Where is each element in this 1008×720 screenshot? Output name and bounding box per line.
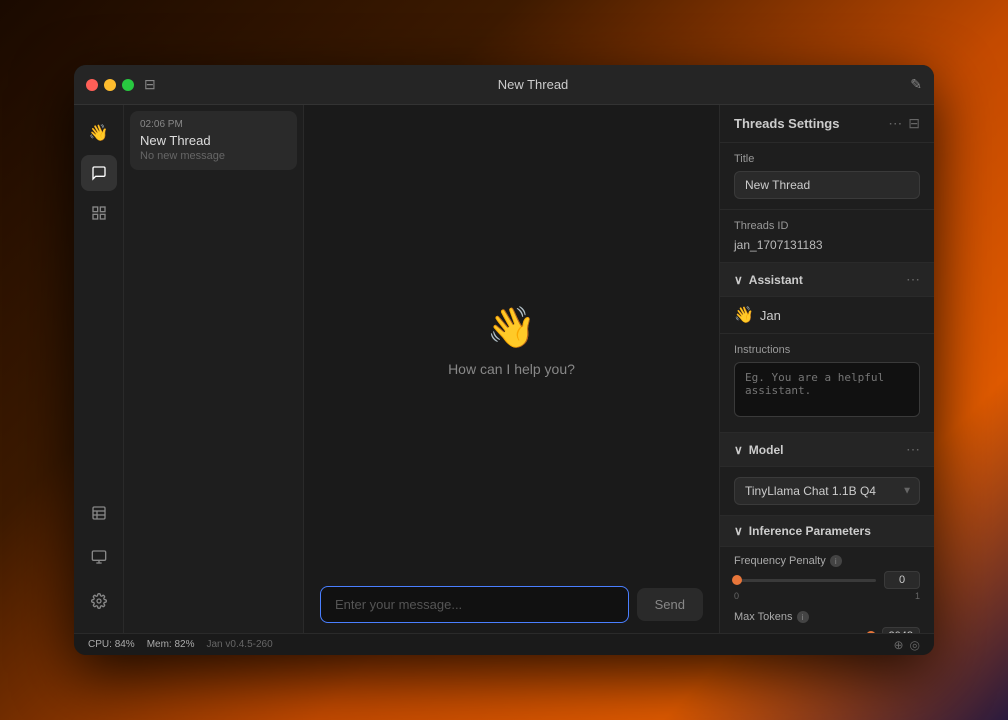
frequency-penalty-label: Frequency Penalty i xyxy=(734,555,920,567)
frequency-penalty-thumb[interactable] xyxy=(732,575,742,585)
assistant-ellipsis-icon[interactable]: ⋯ xyxy=(906,271,920,288)
inference-section-content: Frequency Penalty i 0 0 1 xyxy=(720,547,934,633)
frequency-penalty-value: 0 xyxy=(884,571,920,589)
model-ellipsis-icon[interactable]: ⋯ xyxy=(906,441,920,458)
title-bar-right: ✎ xyxy=(910,76,922,93)
settings-header: Threads Settings ⋯ ⊟ xyxy=(720,105,934,143)
title-label: Title xyxy=(734,153,920,165)
inference-section-label: Inference Parameters xyxy=(749,524,871,538)
nav-icon-wave[interactable]: 👋 xyxy=(81,115,117,151)
version-status: Jan v0.4.5-260 xyxy=(207,639,273,650)
github-icon[interactable]: ◎ xyxy=(910,638,920,652)
main-content: 👋 xyxy=(74,105,934,633)
inference-section-header[interactable]: ∨ Inference Parameters xyxy=(720,516,934,547)
thread-name: New Thread xyxy=(140,133,287,148)
instructions-textarea[interactable] xyxy=(734,362,920,417)
minimize-button[interactable] xyxy=(104,79,116,91)
model-select-wrapper: TinyLlama Chat 1.1B Q4 ▼ xyxy=(734,477,920,505)
chat-main: 👋 How can I help you? xyxy=(304,105,719,576)
thread-list: 02:06 PM New Thread No new message xyxy=(124,105,304,633)
settings-title: Threads Settings xyxy=(734,116,839,131)
maximize-button[interactable] xyxy=(122,79,134,91)
model-section-header[interactable]: ∨ Model ⋯ xyxy=(720,433,934,467)
threads-id-section: Threads ID jan_1707131183 xyxy=(720,210,934,263)
max-tokens-label: Max Tokens i xyxy=(734,611,920,623)
settings-header-icons: ⋯ ⊟ xyxy=(888,115,920,132)
assistant-section-left: ∨ Assistant xyxy=(734,273,803,287)
cpu-status: CPU: 84% xyxy=(88,639,135,650)
max-tokens-param: Max Tokens i 2048 100 2048 xyxy=(734,611,920,633)
chevron-down-icon: ∨ xyxy=(734,273,743,287)
model-select[interactable]: TinyLlama Chat 1.1B Q4 xyxy=(734,477,920,505)
model-select-section: TinyLlama Chat 1.1B Q4 ▼ xyxy=(720,467,934,516)
assistant-emoji-icon: 👋 xyxy=(734,305,754,325)
mem-status: Mem: 82% xyxy=(147,639,195,650)
instructions-section: Instructions xyxy=(720,334,934,433)
assistant-section-label: Assistant xyxy=(749,273,803,287)
settings-title-section: Title xyxy=(720,143,934,210)
ellipsis-icon[interactable]: ⋯ xyxy=(888,115,902,132)
cpu-value: 84% xyxy=(115,639,135,650)
settings-panel: Threads Settings ⋯ ⊟ Title Threads ID ja… xyxy=(719,105,934,633)
send-button[interactable]: Send xyxy=(637,588,703,621)
frequency-penalty-info-icon[interactable]: i xyxy=(830,555,842,567)
nav-sidebar: 👋 xyxy=(74,105,124,633)
nav-icon-settings[interactable] xyxy=(81,583,117,619)
assistant-section-header[interactable]: ∨ Assistant ⋯ xyxy=(720,263,934,297)
sidebar-toggle-icon[interactable]: ⊟ xyxy=(144,76,156,93)
collapse-icon[interactable]: ⊟ xyxy=(908,115,920,132)
threads-id-label: Threads ID xyxy=(734,220,920,232)
model-section-left: ∨ Model xyxy=(734,443,783,457)
model-chevron-icon: ∨ xyxy=(734,443,743,457)
frequency-penalty-range: 0 1 xyxy=(734,591,920,601)
thread-time: 02:06 PM xyxy=(140,119,287,130)
instructions-label: Instructions xyxy=(734,344,920,356)
edit-icon[interactable]: ✎ xyxy=(910,76,922,93)
frequency-penalty-param: Frequency Penalty i 0 0 1 xyxy=(734,555,920,601)
nav-bottom-group xyxy=(81,495,117,633)
mem-value: 82% xyxy=(174,639,194,650)
max-tokens-thumb[interactable] xyxy=(866,631,876,633)
traffic-lights xyxy=(86,79,134,91)
thread-preview: No new message xyxy=(140,150,287,162)
inference-chevron-icon: ∨ xyxy=(734,524,743,538)
status-icons: ⊕ ◎ xyxy=(893,638,920,652)
nav-icon-table[interactable] xyxy=(81,495,117,531)
chat-input-area: Send xyxy=(304,576,719,633)
assistant-name-text: Jan xyxy=(760,308,781,323)
discord-icon[interactable]: ⊕ xyxy=(893,638,903,652)
chat-welcome-emoji: 👋 xyxy=(487,304,537,351)
app-window: ⊟ New Thread ✎ 👋 xyxy=(74,65,934,655)
nav-icon-monitor[interactable] xyxy=(81,539,117,575)
chat-area: 👋 How can I help you? Send xyxy=(304,105,719,633)
model-section-label: Model xyxy=(749,443,784,457)
inference-section-left: ∨ Inference Parameters xyxy=(734,524,871,538)
threads-id-value: jan_1707131183 xyxy=(734,238,920,252)
assistant-name-row: 👋 Jan xyxy=(720,297,934,334)
close-button[interactable] xyxy=(86,79,98,91)
chat-input[interactable] xyxy=(320,586,629,623)
thread-item[interactable]: 02:06 PM New Thread No new message xyxy=(130,111,297,170)
status-bar: CPU: 84% Mem: 82% Jan v0.4.5-260 ⊕ ◎ xyxy=(74,633,934,655)
chat-welcome-text: How can I help you? xyxy=(448,361,575,377)
title-bar: ⊟ New Thread ✎ xyxy=(74,65,934,105)
window-title: New Thread xyxy=(156,77,911,92)
nav-icon-chat[interactable] xyxy=(81,155,117,191)
nav-icon-grid[interactable] xyxy=(81,195,117,231)
max-tokens-info-icon[interactable]: i xyxy=(797,611,809,623)
frequency-penalty-slider-row: 0 xyxy=(734,571,920,589)
title-input[interactable] xyxy=(734,171,920,199)
frequency-penalty-slider[interactable] xyxy=(734,579,876,582)
